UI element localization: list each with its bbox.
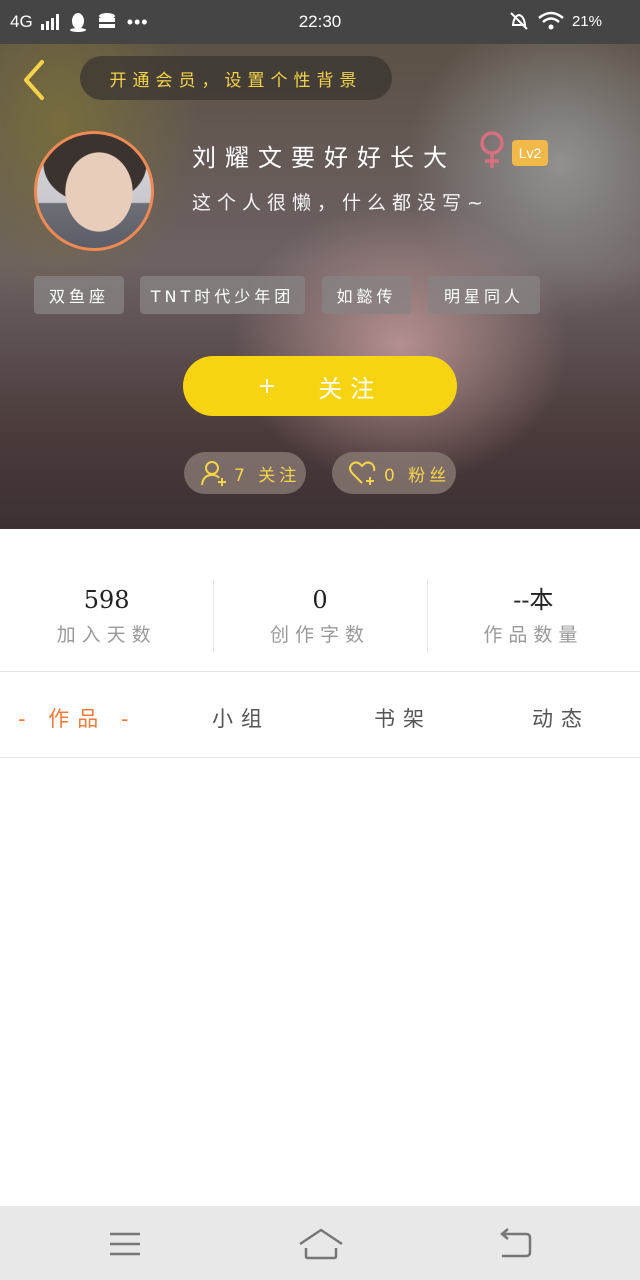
stat-label: 加入天数 — [56, 624, 157, 646]
profile-tabs: - 作品 - 小组 书架 动态 — [0, 690, 640, 746]
user-add-icon — [201, 461, 226, 486]
profile-header: 开通会员，设置个性背景 刘耀文要好好长大 Lv2 这个人很懒，什么都没写~ 双鱼… — [0, 44, 640, 529]
following-label: 7 关注 — [234, 465, 301, 486]
divider — [0, 671, 640, 672]
tab-works[interactable]: - 作品 - — [18, 690, 137, 746]
tab-groups[interactable]: 小组 — [212, 690, 270, 746]
stat-join-days: 598 加入天数 — [0, 576, 213, 656]
back-arrow-icon[interactable] — [18, 58, 52, 102]
tag-item[interactable]: 明星同人 — [428, 276, 540, 314]
stat-value: --本 — [513, 586, 554, 614]
following-count[interactable]: 7 关注 — [184, 452, 306, 494]
home-icon[interactable] — [298, 1224, 344, 1264]
stat-value: 598 — [83, 586, 130, 614]
tag-item[interactable]: TNT时代少年团 — [140, 276, 305, 314]
menu-icon[interactable] — [106, 1224, 146, 1264]
stat-works-count: --本 作品数量 — [426, 576, 640, 656]
stat-label: 作品数量 — [483, 624, 584, 646]
follow-label: 关注 — [318, 374, 383, 403]
user-bio: 这个人很懒，什么都没写~ — [192, 192, 489, 214]
system-nav-bar — [0, 1206, 640, 1280]
fans-count[interactable]: 0 粉丝 — [332, 452, 456, 494]
back-icon[interactable] — [496, 1224, 536, 1264]
level-badge: Lv2 — [512, 140, 548, 166]
plus-icon: + — [257, 373, 285, 399]
female-icon — [480, 131, 504, 168]
fans-label: 0 粉丝 — [384, 465, 451, 486]
battery-icon — [611, 13, 619, 29]
divider — [0, 757, 640, 758]
stats-row: 598 加入天数 0 创作字数 --本 作品数量 — [0, 576, 640, 656]
tag-item[interactable]: 双鱼座 — [34, 276, 124, 314]
stat-label: 创作字数 — [269, 624, 370, 646]
follow-button[interactable]: + 关注 — [183, 356, 457, 416]
stat-word-count: 0 创作字数 — [213, 576, 426, 656]
tab-bookshelf[interactable]: 书架 — [374, 690, 432, 746]
heart-add-icon — [349, 461, 376, 485]
user-name: 刘耀文要好好长大 — [192, 144, 456, 172]
battery-level: 21% — [571, 12, 602, 30]
vip-background-banner[interactable]: 开通会员，设置个性背景 — [80, 56, 392, 100]
tab-activity[interactable]: 动态 — [532, 690, 590, 746]
wifi-icon — [538, 11, 564, 30]
mute-icon — [510, 12, 528, 30]
avatar[interactable] — [34, 131, 154, 251]
status-right: 21% — [508, 10, 624, 32]
status-bar: 4G ••• 22:30 21% — [0, 0, 640, 44]
tag-item[interactable]: 如懿传 — [322, 276, 411, 314]
stat-value: 0 — [312, 586, 328, 614]
